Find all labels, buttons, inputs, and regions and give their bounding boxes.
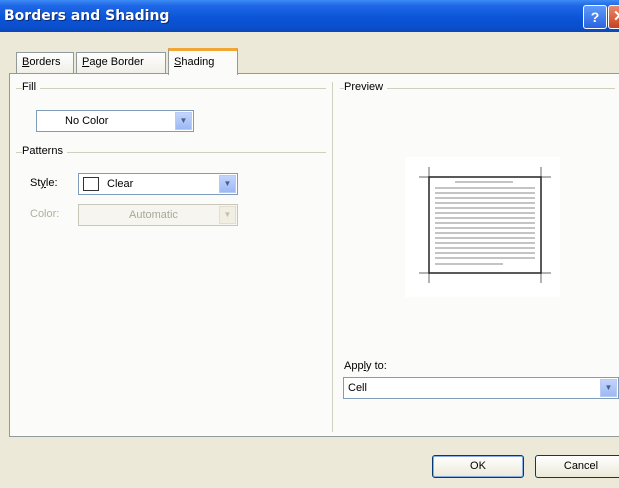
- style-label: Style:: [30, 177, 58, 189]
- pattern-color-label: Color:: [30, 208, 60, 220]
- apply-to-label: Apply to:: [344, 360, 387, 372]
- apply-to-label-pre: App: [344, 360, 364, 372]
- chevron-down-icon: ▼: [219, 206, 236, 224]
- pattern-style-dropdown[interactable]: Clear ▼: [78, 173, 238, 195]
- title-bar[interactable]: Borders and Shading ? ✕: [0, 0, 619, 32]
- tab-page-border[interactable]: Page Border: [76, 52, 166, 73]
- close-icon: ✕: [613, 8, 619, 25]
- help-icon: ?: [590, 9, 600, 25]
- ok-button[interactable]: OK: [432, 455, 524, 478]
- fill-group-line: [16, 88, 326, 89]
- tab-shading[interactable]: Shading: [168, 48, 238, 75]
- close-button[interactable]: ✕: [608, 5, 619, 29]
- style-label-pre: St: [30, 177, 41, 189]
- tab-borders-label: orders: [29, 56, 61, 68]
- tab-borders[interactable]: Borders: [16, 52, 74, 73]
- panel-divider: [332, 82, 333, 432]
- chevron-down-icon[interactable]: ▼: [600, 379, 617, 397]
- style-label-post: le:: [45, 177, 58, 189]
- dialog-title: Borders and Shading: [4, 8, 170, 24]
- borders-and-shading-dialog: Borders and Shading ? ✕ Borders Page Bor…: [0, 0, 619, 488]
- patterns-group-label: Patterns: [22, 145, 67, 157]
- help-button[interactable]: ?: [583, 5, 607, 29]
- chevron-down-icon[interactable]: ▼: [175, 112, 192, 130]
- pattern-style-value: Clear: [107, 178, 134, 190]
- chevron-down-icon[interactable]: ▼: [219, 175, 236, 193]
- fill-color-dropdown[interactable]: No Color ▼: [36, 110, 194, 132]
- apply-to-value: Cell: [348, 382, 367, 394]
- fill-color-value: No Color: [65, 115, 109, 127]
- shading-preview: [405, 157, 560, 297]
- preview-group-label: Preview: [344, 81, 388, 93]
- tab-page-border-label: age Border: [89, 56, 144, 68]
- cancel-button[interactable]: Cancel: [535, 455, 619, 478]
- pattern-color-dropdown: Automatic ▼: [78, 204, 238, 226]
- pattern-color-value: Automatic: [129, 209, 178, 221]
- tab-shading-label: hading: [181, 56, 215, 68]
- table-preview-graphic: [419, 167, 551, 283]
- apply-to-dropdown[interactable]: Cell ▼: [343, 377, 619, 399]
- fill-group-label: Fill: [22, 81, 41, 93]
- apply-to-label-post: y to:: [366, 360, 387, 372]
- pattern-swatch: [83, 177, 99, 191]
